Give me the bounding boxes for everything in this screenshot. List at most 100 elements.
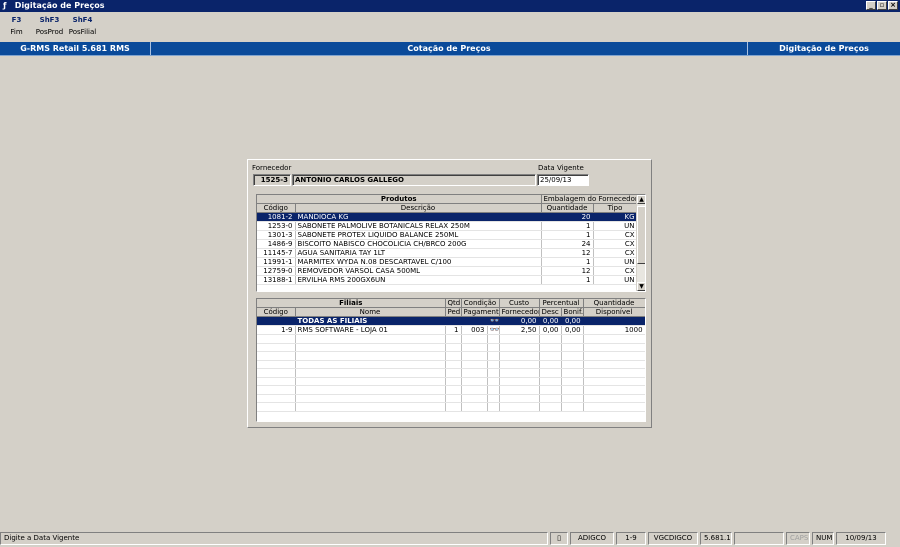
col-header-code[interactable]: Código xyxy=(257,203,296,213)
app-icon: ƒ xyxy=(3,1,7,10)
binoculars-icon[interactable]: 👓 xyxy=(487,316,500,326)
empty-row xyxy=(257,343,645,352)
branch-cost[interactable]: 0,00 xyxy=(499,316,540,326)
branch-row[interactable]: 1-9 RMS SOFTWARE - LOJA 01 1 003 👓 2,50 … xyxy=(257,325,645,335)
branch-qty[interactable]: 1 xyxy=(445,325,462,335)
product-quantity: 1 xyxy=(541,230,594,240)
empty-row xyxy=(257,360,645,369)
product-code: 11991-1 xyxy=(257,257,296,267)
branch-code: 1-9 xyxy=(257,325,296,335)
branch-bonus[interactable]: 0,00 xyxy=(561,316,584,326)
col-header-type[interactable]: Tipo xyxy=(593,203,638,213)
empty-row xyxy=(257,351,645,361)
clipboard-icon[interactable]: ▯ xyxy=(550,531,568,545)
branch-bonus[interactable]: 0,00 xyxy=(561,325,584,335)
product-description: SABONETE PROTEX LIQUIDO BALANCE 250ML xyxy=(295,230,542,240)
status-bar: Digite a Data Vigente ▯ ADIGCO 1-9 VGCDI… xyxy=(0,530,900,546)
function-key-bar: F3 Fim ShF3 PosProd ShF4 PosFilial xyxy=(0,14,99,40)
product-row[interactable]: 1253-0 SABONETE PALMOLIVE BOTANICALS REL… xyxy=(257,221,638,231)
product-code: 1301-3 xyxy=(257,230,296,240)
fkey-f3-button[interactable]: F3 Fim xyxy=(0,14,33,40)
col-header-quantity[interactable]: Quantidade xyxy=(541,203,594,213)
window-title: Digitação de Preços xyxy=(14,1,105,10)
product-row[interactable]: 11145-7 AGUA SANITARIA TAY 1LT 12 CX xyxy=(257,248,638,258)
col-header-cost-1: Custo xyxy=(499,299,540,308)
col-header-discount[interactable]: Desc xyxy=(539,307,562,317)
product-code: 12759-0 xyxy=(257,266,296,276)
product-row[interactable]: 1486-9 BISCOITO NABISCO CHOCOLICIA CH/BR… xyxy=(257,239,638,249)
binoculars-icon[interactable]: 👓 xyxy=(487,325,500,335)
fkey-key: ShF3 xyxy=(39,16,60,24)
branch-qty[interactable] xyxy=(445,316,462,326)
product-type: UN xyxy=(593,221,638,231)
date-input[interactable]: 25/09/13 xyxy=(537,174,589,186)
product-code: 11145-7 xyxy=(257,248,296,258)
product-quantity: 20 xyxy=(541,212,594,222)
product-row[interactable]: 13188-1 ERVILHA RMS 200GX6UN 1 UN xyxy=(257,275,638,285)
branch-available xyxy=(583,316,645,326)
product-code: 1081-2 xyxy=(257,212,296,222)
status-num: NUM xyxy=(812,531,834,545)
fkey-label: PosProd xyxy=(35,28,64,36)
col-header-branch-code[interactable]: Código xyxy=(257,307,296,317)
status-store: 1-9 xyxy=(616,531,646,545)
window-controls: _ ▫ × xyxy=(866,1,898,10)
col-header-cost-2[interactable]: Fornecedor xyxy=(499,307,540,317)
product-row[interactable]: 1081-2 MANDIOCA KG 20 KG xyxy=(257,212,638,222)
col-header-qty-2[interactable]: Ped xyxy=(445,307,462,317)
product-type: UN xyxy=(593,275,638,285)
product-code: 1253-0 xyxy=(257,221,296,231)
status-program: VGCDIGCO xyxy=(648,531,698,545)
col-header-branch-name[interactable]: Nome xyxy=(295,307,446,317)
fkey-shf3-button[interactable]: ShF3 PosProd xyxy=(33,14,66,40)
empty-row xyxy=(257,368,645,378)
product-row[interactable]: 12759-0 REMOVEDOR VARSOL CASA 500ML 12 C… xyxy=(257,266,638,276)
date-label: Data Vigente xyxy=(538,164,584,172)
branch-name: RMS SOFTWARE - LOJA 01 xyxy=(295,325,446,335)
branch-discount[interactable]: 0,00 xyxy=(539,316,562,326)
product-type: KG xyxy=(593,212,638,222)
fkey-label: Fim xyxy=(10,28,23,36)
fkey-key: F3 xyxy=(11,16,22,24)
scroll-down-icon[interactable]: ▼ xyxy=(637,282,645,291)
branch-cost[interactable]: 2,50 xyxy=(499,325,540,335)
scroll-up-icon[interactable]: ▲ xyxy=(637,195,645,204)
col-header-bonus[interactable]: Bonif. xyxy=(561,307,584,317)
products-scrollbar[interactable]: ▲ ▼ xyxy=(636,195,645,291)
product-quantity: 1 xyxy=(541,221,594,231)
product-type: CX xyxy=(593,248,638,258)
product-row[interactable]: 11991-1 MARMITEX WYDA N.08 DESCARTAVEL C… xyxy=(257,257,638,267)
fkey-shf4-button[interactable]: ShF4 PosFilial xyxy=(66,14,99,40)
price-entry-panel: Fornecedor 1525-3 ANTONIO CARLOS GALLEGO… xyxy=(247,159,652,428)
empty-row xyxy=(257,385,645,395)
col-header-description[interactable]: Descrição xyxy=(295,203,542,213)
col-header-condition-2[interactable]: Pagamento xyxy=(461,307,500,317)
product-description: SABONETE PALMOLIVE BOTANICALS RELAX 250M xyxy=(295,221,542,231)
close-button[interactable]: × xyxy=(888,1,898,10)
products-grid: Produtos Embalagem do Fornecedor Código … xyxy=(256,194,646,292)
product-description: ERVILHA RMS 200GX6UN xyxy=(295,275,542,285)
product-description: BISCOITO NABISCO CHOCOLICIA CH/BRCO 200G xyxy=(295,239,542,249)
supplier-label: Fornecedor xyxy=(252,164,292,172)
col-header-available-1: Quantidade xyxy=(583,299,645,308)
branch-condition[interactable]: 003 xyxy=(461,325,488,335)
minimize-button[interactable]: _ xyxy=(866,1,876,10)
product-quantity: 1 xyxy=(541,275,594,285)
fkey-key: ShF4 xyxy=(72,16,93,24)
branch-discount[interactable]: 0,00 xyxy=(539,325,562,335)
supplier-name-field: ANTONIO CARLOS GALLEGO xyxy=(292,174,536,186)
packaging-group-header: Embalagem do Fornecedor xyxy=(541,195,638,204)
app-version: G-RMS Retail 5.681 RMS xyxy=(0,42,151,55)
branch-row[interactable]: TODAS AS FILIAIS 👓 0,00 0,00 0,00 xyxy=(257,316,645,326)
header-bar: G-RMS Retail 5.681 RMS Cotação de Preços… xyxy=(0,42,900,56)
product-description: MANDIOCA KG xyxy=(295,212,542,222)
branch-name: TODAS AS FILIAIS xyxy=(295,316,446,326)
branch-condition[interactable] xyxy=(461,316,488,326)
col-header-available-2[interactable]: Disponível xyxy=(583,307,645,317)
product-code: 13188-1 xyxy=(257,275,296,285)
restore-button[interactable]: ▫ xyxy=(877,1,887,10)
product-type: CX xyxy=(593,230,638,240)
scroll-thumb[interactable] xyxy=(637,206,645,264)
supplier-code-field[interactable]: 1525-3 xyxy=(253,174,291,186)
product-row[interactable]: 1301-3 SABONETE PROTEX LIQUIDO BALANCE 2… xyxy=(257,230,638,240)
